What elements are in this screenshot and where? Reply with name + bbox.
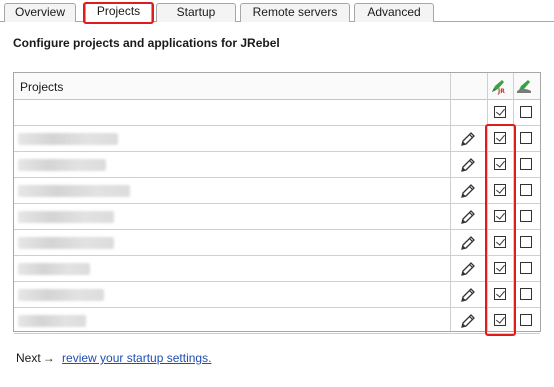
table-row: [14, 204, 540, 230]
project-name-redacted: [18, 133, 118, 145]
tab-advanced[interactable]: Advanced: [354, 3, 434, 22]
remote-enable-checkbox[interactable]: [520, 184, 532, 196]
tab-overview[interactable]: Overview: [4, 3, 76, 22]
project-name-redacted: [18, 289, 104, 301]
project-name-redacted: [18, 159, 106, 171]
tab-remote-servers[interactable]: Remote servers: [240, 3, 350, 22]
tab-startup[interactable]: Startup: [156, 3, 236, 22]
jrebel-enable-checkbox[interactable]: [494, 262, 506, 274]
project-name-redacted: [18, 211, 114, 223]
edit-pencil-icon[interactable]: [460, 183, 476, 199]
tab-bar: Overview Projects Startup Remote servers…: [0, 0, 554, 23]
table-row: [14, 282, 540, 308]
svg-text:JR: JR: [497, 88, 505, 95]
remote-enable-checkbox[interactable]: [520, 262, 532, 274]
jrebel-enable-checkbox[interactable]: [494, 210, 506, 222]
table-row: [14, 178, 540, 204]
table-row: [14, 308, 540, 334]
table-row: [14, 126, 540, 152]
table-header: Projects JR: [14, 73, 540, 100]
select-all-row: [14, 100, 540, 126]
footer: Next → review your startup settings.: [16, 351, 211, 365]
jrebel-enable-checkbox[interactable]: [494, 236, 506, 248]
remote-rocket-icon: [517, 80, 531, 93]
project-name-redacted: [18, 237, 114, 249]
jrebel-enable-checkbox[interactable]: [494, 288, 506, 300]
jrebel-rocket-icon: JR: [492, 80, 505, 95]
right-arrow-icon: →: [42, 351, 55, 365]
edit-pencil-icon[interactable]: [460, 287, 476, 303]
remote-enable-checkbox[interactable]: [520, 236, 532, 248]
table-row: [14, 152, 540, 178]
remote-enable-checkbox[interactable]: [520, 288, 532, 300]
project-name-redacted: [18, 315, 86, 327]
remote-enable-checkbox[interactable]: [520, 210, 532, 222]
jrebel-enable-checkbox[interactable]: [494, 132, 506, 144]
remote-enable-checkbox[interactable]: [520, 132, 532, 144]
edit-pencil-icon[interactable]: [460, 131, 476, 147]
edit-pencil-icon[interactable]: [460, 209, 476, 225]
table-row: [14, 256, 540, 282]
next-label: Next: [16, 351, 41, 365]
edit-pencil-icon[interactable]: [460, 157, 476, 173]
jrebel-enable-checkbox[interactable]: [494, 184, 506, 196]
table-row: [14, 230, 540, 256]
review-startup-link[interactable]: review your startup settings.: [62, 351, 211, 365]
jrebel-enable-checkbox[interactable]: [494, 314, 506, 326]
jrebel-enable-checkbox[interactable]: [494, 158, 506, 170]
remote-select-all-checkbox[interactable]: [520, 106, 532, 118]
project-name-redacted: [18, 185, 130, 197]
project-name-redacted: [18, 263, 90, 275]
edit-pencil-icon[interactable]: [460, 235, 476, 251]
projects-table: Projects JR: [13, 72, 541, 334]
jrebel-select-all-checkbox[interactable]: [494, 106, 506, 118]
tab-projects[interactable]: Projects: [85, 2, 152, 23]
remote-enable-checkbox[interactable]: [520, 158, 532, 170]
projects-column-header: Projects: [20, 80, 64, 94]
edit-pencil-icon[interactable]: [460, 261, 476, 277]
edit-pencil-icon[interactable]: [460, 313, 476, 329]
remote-enable-checkbox[interactable]: [520, 314, 532, 326]
page-title: Configure projects and applications for …: [13, 36, 280, 50]
